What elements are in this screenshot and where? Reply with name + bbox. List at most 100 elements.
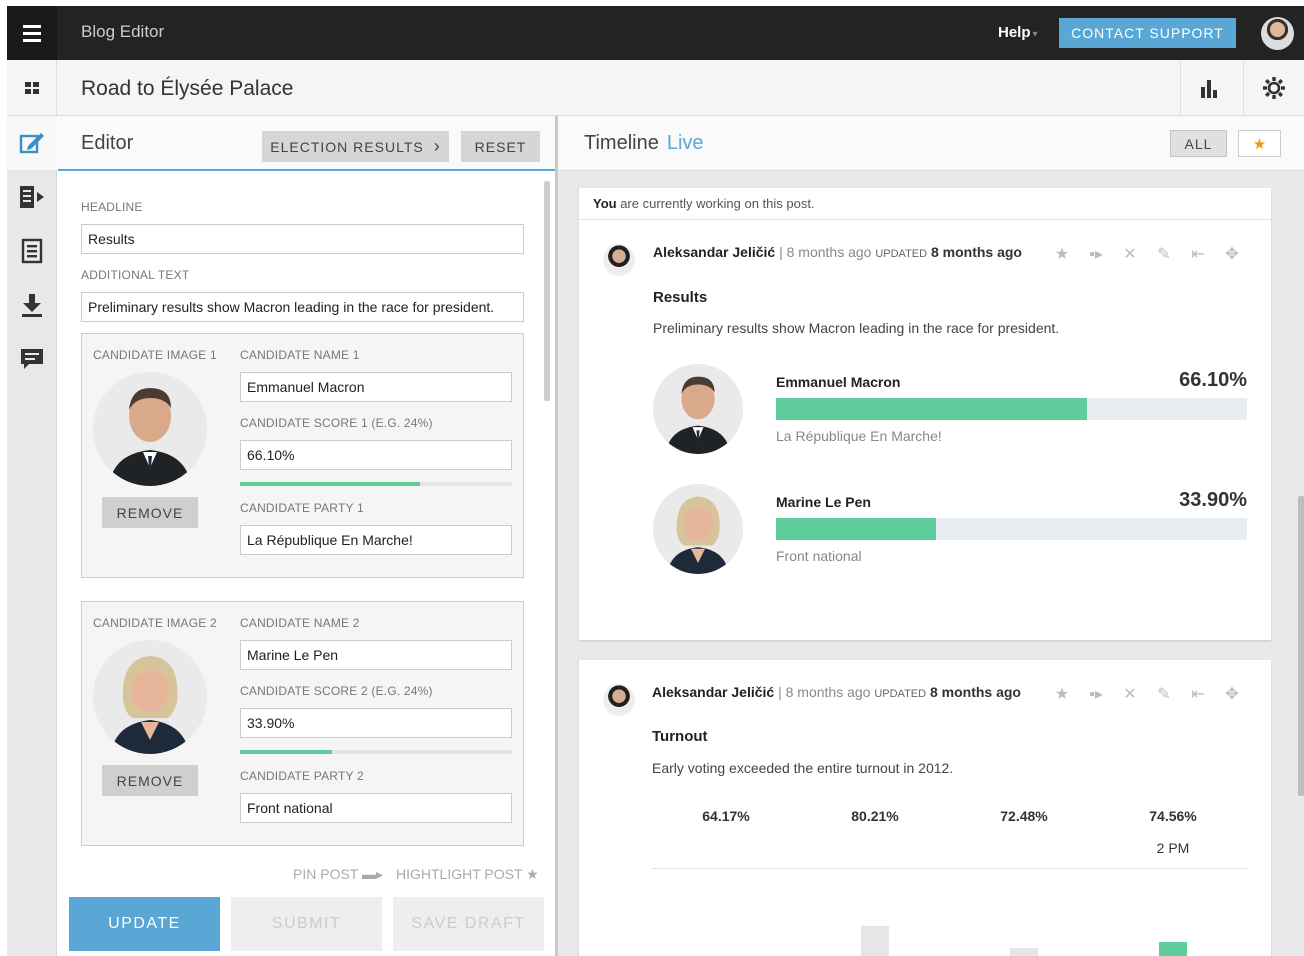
result-bar-fill — [776, 518, 936, 540]
turnout-value: 80.21% — [851, 808, 899, 824]
result-score: 33.90% — [1179, 489, 1247, 511]
candidate-block-1: CANDIDATE IMAGE 1 REMOVE CANDIDATE NAME … — [81, 333, 524, 578]
notice-you: You — [593, 196, 617, 211]
result-photo-macron — [653, 364, 743, 454]
author-name: Aleksandar Jeličić — [653, 244, 776, 260]
user-avatar[interactable] — [1261, 17, 1294, 50]
caret-down-icon: ▾ — [1032, 29, 1038, 40]
sidebar-item-ingest[interactable] — [7, 278, 57, 332]
turnout-bar — [1159, 942, 1187, 956]
editor-pane: Editor ELECTION RESULTS › RESET HEADLINE … — [58, 116, 555, 956]
highlight-post-label: HIGHTLIGHT POST — [396, 866, 523, 882]
post-headline: Turnout — [652, 728, 708, 745]
timeline-scrollbar[interactable] — [1298, 496, 1304, 796]
pin-icon: ▬▸ — [361, 866, 384, 882]
candidate-image-label: CANDIDATE IMAGE 2 — [93, 616, 217, 630]
star-icon[interactable]: ★ — [1053, 244, 1071, 264]
candidate-name-label: CANDIDATE NAME 2 — [240, 616, 360, 630]
result-bar — [776, 518, 1247, 540]
close-icon[interactable]: ✕ — [1121, 684, 1139, 704]
candidate-party-label: CANDIDATE PARTY 1 — [240, 501, 364, 515]
star-icon: ★ — [526, 866, 539, 882]
grid-icon[interactable] — [7, 60, 57, 116]
pin-icon[interactable]: ▪▸ — [1087, 244, 1105, 264]
post-meta: Aleksandar Jeličić | 8 months ago UPDATE… — [653, 244, 1022, 260]
author-avatar — [603, 684, 635, 716]
star-icon[interactable]: ★ — [1053, 684, 1071, 704]
candidate-party-label: CANDIDATE PARTY 2 — [240, 769, 364, 783]
additional-text-input[interactable]: Preliminary results show Macron leading … — [81, 292, 524, 322]
result-name: Emmanuel Macron — [776, 374, 901, 390]
gear-icon — [1263, 77, 1285, 99]
post-time: | 8 months ago — [775, 244, 876, 260]
pencil-icon[interactable]: ✎ — [1155, 244, 1173, 264]
turnout-value: 64.17% — [702, 808, 750, 824]
move-out-icon[interactable]: ⇤ — [1189, 244, 1207, 264]
left-sidebar — [7, 116, 57, 956]
post-text: Early voting exceeded the entire turnout… — [652, 760, 954, 776]
post-title: Road to Élysée Palace — [81, 77, 294, 100]
election-results-button[interactable]: ELECTION RESULTS › — [262, 131, 449, 162]
turnout-divider — [652, 868, 1248, 869]
headline-label: HEADLINE — [81, 200, 143, 214]
submit-button[interactable]: SUBMIT — [231, 897, 382, 951]
result-name: Marine Le Pen — [776, 494, 871, 510]
help-menu[interactable]: Help ▾ — [998, 24, 1038, 41]
editor-header: Editor ELECTION RESULTS › RESET — [58, 116, 555, 171]
turnout-time: 2 PM — [1156, 840, 1190, 856]
candidate-score-input[interactable]: 33.90% — [240, 708, 512, 738]
editor-scrollbar[interactable] — [544, 181, 550, 401]
timeline-pane: Timeline Live ALL ★ You are currently wor… — [558, 116, 1304, 956]
timeline-post-turnout: Aleksandar Jeličić | 8 months ago UPDATE… — [579, 660, 1271, 956]
candidate-score-input[interactable]: 66.10% — [240, 440, 512, 470]
candidate-image-label: CANDIDATE IMAGE 1 — [93, 348, 217, 362]
drag-icon[interactable]: ✥ — [1223, 244, 1241, 264]
filter-highlighted-button[interactable]: ★ — [1238, 130, 1281, 157]
pin-post-toggle[interactable]: PIN POST ▬▸ — [293, 866, 383, 883]
candidate-party-input[interactable]: Front national — [240, 793, 512, 823]
post-header-bar: Road to Élysée Palace — [7, 60, 1304, 116]
move-out-icon[interactable]: ⇤ — [1189, 684, 1207, 704]
update-button[interactable]: UPDATE — [69, 897, 220, 951]
candidate-photo-le-pen[interactable] — [93, 640, 207, 754]
drag-icon[interactable]: ✥ — [1223, 684, 1241, 704]
result-bar-fill — [776, 398, 1088, 420]
pencil-icon[interactable]: ✎ — [1155, 684, 1173, 704]
live-label: Live — [666, 132, 704, 154]
author-avatar — [603, 244, 635, 276]
turnout-value: 72.48% — [1000, 808, 1048, 824]
candidate-name-input[interactable]: Emmanuel Macron — [240, 372, 512, 402]
sidebar-item-drafts[interactable] — [7, 224, 57, 278]
candidate-party-input[interactable]: La République En Marche! — [240, 525, 512, 555]
candidate-score-bar — [240, 750, 512, 754]
post-actions: ★ ▪▸ ✕ ✎ ⇤ ✥ — [1053, 244, 1241, 264]
contact-support-button[interactable]: CONTACT SUPPORT — [1059, 18, 1236, 48]
headline-input[interactable]: Results — [81, 224, 524, 254]
highlight-post-toggle[interactable]: HIGHTLIGHT POST ★ — [396, 866, 539, 883]
candidate-name-input[interactable]: Marine Le Pen — [240, 640, 512, 670]
sidebar-item-comments[interactable] — [7, 332, 57, 386]
menu-icon[interactable] — [7, 6, 57, 60]
save-draft-button[interactable]: SAVE DRAFT — [393, 897, 544, 951]
reset-button[interactable]: RESET — [461, 131, 540, 162]
remove-candidate-2-button[interactable]: REMOVE — [102, 765, 198, 796]
star-icon: ★ — [1252, 135, 1267, 153]
result-photo-le-pen — [653, 484, 743, 574]
settings-button[interactable] — [1243, 60, 1304, 116]
sidebar-item-editor[interactable] — [7, 116, 57, 170]
updated-label: UPDATED — [874, 688, 927, 700]
result-bar — [776, 398, 1247, 420]
le-pen-portrait — [93, 640, 207, 754]
sidebar-item-posts[interactable] — [7, 170, 57, 224]
editor-title: Editor — [81, 132, 134, 154]
close-icon[interactable]: ✕ — [1121, 244, 1139, 264]
analytics-button[interactable] — [1180, 60, 1236, 116]
additional-text-label: ADDITIONAL TEXT — [81, 268, 190, 282]
filter-all-button[interactable]: ALL — [1170, 130, 1227, 157]
top-bar: Blog Editor Help ▾ CONTACT SUPPORT — [7, 6, 1304, 60]
updated-label: UPDATED — [875, 248, 928, 260]
pin-icon[interactable]: ▪▸ — [1087, 684, 1105, 704]
candidate-photo-macron[interactable] — [93, 372, 207, 486]
post-headline: Results — [653, 289, 708, 306]
remove-candidate-1-button[interactable]: REMOVE — [102, 497, 198, 528]
